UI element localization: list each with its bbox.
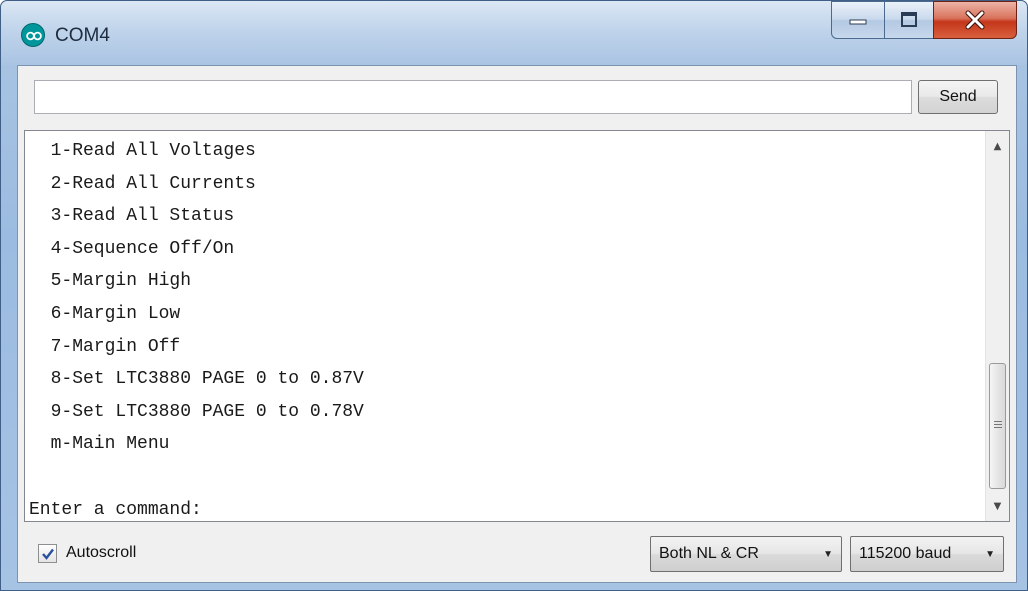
scroll-down-arrow-icon[interactable]: ▼ — [986, 495, 1009, 517]
autoscroll-label[interactable]: Autoscroll — [66, 542, 136, 564]
line-ending-select[interactable]: Both NL & CR ▼ — [650, 536, 842, 572]
output-line: 1-Read All Voltages — [29, 141, 256, 161]
scroll-thumb[interactable] — [989, 363, 1006, 489]
chevron-down-icon: ▼ — [823, 549, 833, 560]
checkmark-icon — [41, 548, 54, 560]
autoscroll-checkbox[interactable] — [38, 544, 57, 563]
minimize-icon — [849, 19, 867, 25]
output-line: 5-Margin High — [29, 271, 192, 292]
output-line: 3-Read All Status — [29, 206, 235, 227]
maximize-button[interactable] — [884, 1, 934, 39]
serial-output[interactable]: 1-Read All Voltages 2-Read All Currents … — [24, 130, 1010, 522]
output-line: 4-Sequence Off/On — [29, 238, 235, 259]
baud-rate-select[interactable]: 115200 baud ▼ — [850, 536, 1004, 572]
output-line: 9-Set LTC3880 PAGE 0 to 0.78V — [29, 401, 364, 422]
maximize-icon — [901, 12, 917, 27]
send-row: Send — [18, 66, 1016, 130]
window-title: COM4 — [55, 25, 110, 46]
output-line: Enter a command: — [29, 499, 202, 520]
scroll-up-arrow-icon[interactable]: ▲ — [986, 135, 1009, 157]
output-line: 7-Margin Off — [29, 336, 181, 357]
chevron-down-icon: ▼ — [985, 549, 995, 560]
output-line: 6-Margin Low — [29, 303, 181, 324]
monitor-client-area: Send 1-Read All Voltages 2-Read All Curr… — [17, 65, 1017, 583]
output-line: 2-Read All Currents — [29, 173, 256, 194]
close-button[interactable] — [933, 1, 1017, 39]
send-button[interactable]: Send — [918, 80, 998, 114]
minimize-button[interactable] — [831, 1, 885, 39]
grip-icon — [994, 421, 1002, 430]
output-line: 8-Set LTC3880 PAGE 0 to 0.87V — [29, 369, 364, 390]
close-icon — [965, 10, 985, 30]
vertical-scrollbar[interactable]: ▲ ▼ — [985, 131, 1009, 521]
arduino-infinity-icon — [21, 23, 45, 47]
baud-rate-value: 115200 baud — [859, 545, 952, 562]
serial-monitor-window: COM4 Send 1-Read All Voltages 2-Read All… — [0, 0, 1028, 591]
status-bar: Autoscroll Both NL & CR ▼ 115200 baud ▼ — [18, 524, 1016, 582]
output-lines: 1-Read All Voltages 2-Read All Currents … — [25, 135, 983, 521]
send-input[interactable] — [34, 80, 912, 114]
title-bar[interactable]: COM4 — [1, 1, 1027, 65]
line-ending-value: Both NL & CR — [659, 545, 759, 562]
output-line: m-Main Menu — [29, 434, 170, 455]
